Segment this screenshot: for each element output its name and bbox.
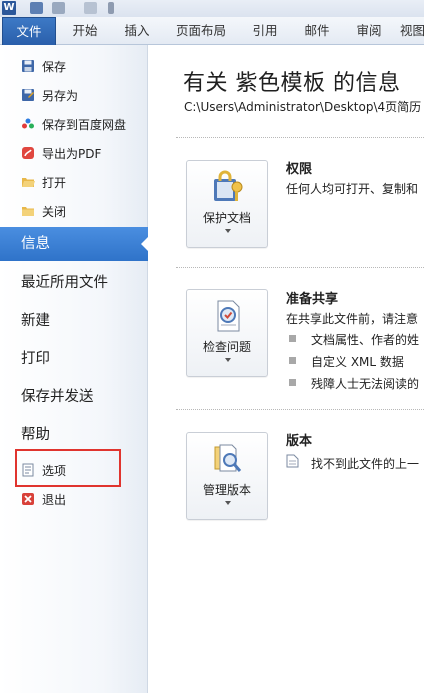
save-to-baidu-command[interactable]: 保存到百度网盘 [0, 111, 148, 137]
nav-save-and-send[interactable]: 保存并发送 [0, 380, 148, 414]
tab-references[interactable]: 引用 [240, 17, 290, 45]
inspect-document-icon [210, 298, 246, 334]
tab-mailings[interactable]: 邮件 [292, 17, 342, 45]
divider [176, 409, 424, 410]
tab-page-layout[interactable]: 页面布局 [168, 17, 234, 45]
save-icon [21, 59, 35, 73]
prepare-share-heading: 准备共享 [286, 292, 339, 307]
save-as-label: 另存为 [42, 88, 79, 103]
prepare-share-bullet: 残障人士无法阅读的 [311, 377, 420, 391]
close-command[interactable]: 关闭 [0, 198, 148, 224]
save-as-icon [21, 88, 35, 102]
nav-help[interactable]: 帮助 [0, 418, 148, 452]
manage-versions-button[interactable]: 管理版本 [186, 432, 268, 520]
permissions-text: 任何人均可打开、复制和 [286, 182, 419, 196]
prepare-share-bullet: 自定义 XML 数据 [311, 355, 404, 369]
chevron-down-icon [225, 501, 231, 505]
close-label: 关闭 [42, 204, 67, 219]
bullet-marker [289, 379, 296, 386]
tab-view[interactable]: 视图 [400, 17, 424, 45]
chevron-down-icon [225, 229, 231, 233]
tab-insert[interactable]: 插入 [112, 17, 162, 45]
nav-new[interactable]: 新建 [0, 304, 148, 338]
versions-text: 找不到此文件的上一 [311, 457, 420, 471]
exit-icon [21, 492, 35, 506]
info-panel: 有关 紫色模板 的信息 C:\Users\Administrator\Deskt… [149, 45, 424, 693]
backstage-nav: 保存 另存为 保存到百度网盘 导出为PDF 打开 关闭 信息 最近所用文件 新建… [0, 45, 149, 693]
exit-command[interactable]: 退出 [0, 486, 148, 512]
customize-toolbar-icon[interactable] [108, 2, 114, 14]
export-pdf-label: 导出为PDF [42, 146, 102, 161]
page-title: 有关 紫色模板 的信息 [183, 71, 401, 96]
tab-home[interactable]: 开始 [60, 17, 110, 45]
chevron-down-icon [225, 358, 231, 362]
divider [176, 137, 424, 138]
check-for-issues-button[interactable]: 检查问题 [186, 289, 268, 377]
redo-icon[interactable] [84, 2, 97, 14]
word-app-icon: W [2, 1, 16, 15]
bullet-marker [289, 357, 296, 364]
undo-icon[interactable] [52, 2, 65, 14]
check-for-issues-label: 检查问题 [202, 340, 251, 354]
prepare-share-bullet: 文档属性、作者的姓 [311, 333, 420, 347]
prepare-share-text: 在共享此文件前，请注意 [286, 312, 419, 326]
open-command[interactable]: 打开 [0, 169, 148, 195]
close-folder-icon [21, 204, 35, 218]
nav-recent[interactable]: 最近所用文件 [0, 266, 148, 300]
save-as-command[interactable]: 另存为 [0, 82, 148, 108]
save-label: 保存 [42, 59, 67, 74]
pdf-icon [21, 146, 35, 160]
options-highlight-box [15, 449, 121, 487]
file-path: C:\Users\Administrator\Desktop\4页简历 [184, 100, 422, 114]
exit-label: 退出 [42, 492, 67, 507]
save-icon[interactable] [30, 2, 43, 14]
nav-print[interactable]: 打印 [0, 342, 148, 376]
save-command[interactable]: 保存 [0, 53, 148, 79]
divider [176, 267, 424, 268]
permissions-heading: 权限 [286, 162, 313, 177]
save-to-baidu-label: 保存到百度网盘 [42, 117, 127, 132]
protect-document-button[interactable]: 保护文档 [186, 160, 268, 248]
versions-heading: 版本 [286, 434, 313, 449]
baidu-cloud-icon [21, 117, 35, 131]
document-small-icon [286, 453, 299, 468]
nav-info[interactable]: 信息 [0, 227, 149, 261]
manage-versions-icon [210, 441, 246, 477]
open-folder-icon [21, 175, 35, 189]
tab-file[interactable]: 文件 [2, 17, 56, 45]
tab-review[interactable]: 审阅 [344, 17, 394, 45]
bullet-marker [289, 335, 296, 342]
open-label: 打开 [42, 175, 67, 190]
lock-key-icon [210, 169, 246, 205]
export-pdf-command[interactable]: 导出为PDF [0, 140, 148, 166]
ribbon-tab-bar: 文件 开始 插入 页面布局 引用 邮件 审阅 视图 [0, 17, 424, 45]
protect-document-label: 保护文档 [202, 211, 251, 225]
quick-access-toolbar: W [0, 0, 424, 17]
manage-versions-label: 管理版本 [202, 483, 251, 497]
